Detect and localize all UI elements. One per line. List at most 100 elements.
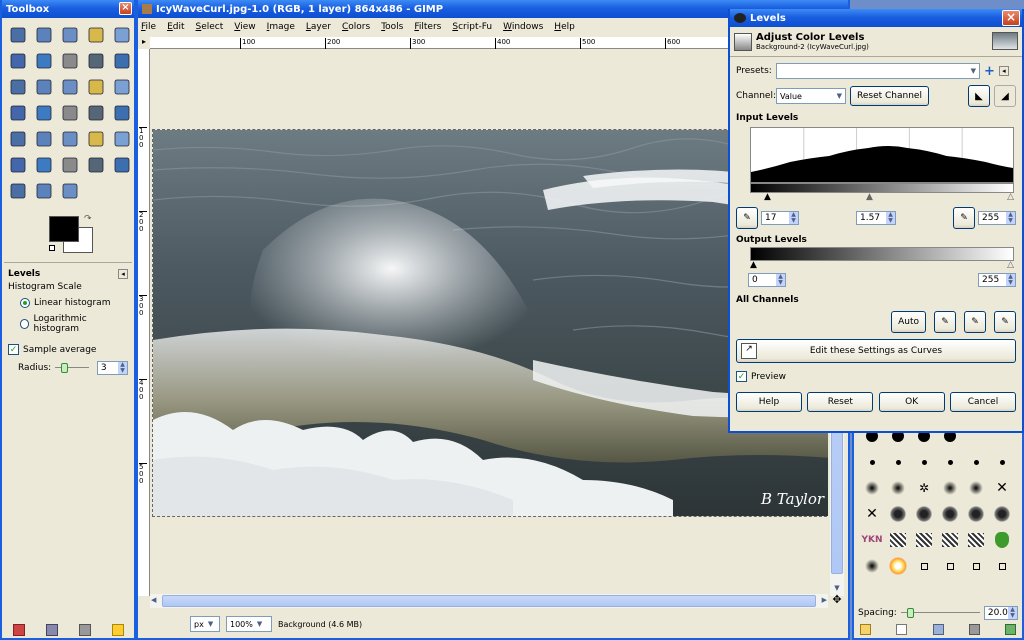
tool-foreground-select-icon[interactable] — [31, 48, 57, 74]
tool-fuzzy-select-icon[interactable] — [83, 22, 109, 48]
add-preset-icon[interactable]: + — [984, 64, 995, 79]
brush-fuzzy-icon[interactable] — [860, 554, 884, 578]
pick-black-eyedropper-icon[interactable]: ✎ — [934, 311, 956, 333]
brush-square-icon[interactable] — [964, 554, 988, 578]
delete-brush-icon[interactable] — [968, 624, 980, 635]
input-gamma-field[interactable]: 1.57 ▲ ▼ — [856, 211, 896, 225]
menu-filters[interactable]: Filters — [414, 22, 441, 32]
spacing-input[interactable]: 20.0 ▲ ▼ — [983, 606, 1018, 620]
spacing-slider[interactable] — [900, 608, 980, 618]
new-brush-icon[interactable] — [896, 624, 908, 635]
sample-average-checkbox[interactable]: ✓ Sample average — [2, 341, 134, 358]
close-icon[interactable]: × — [1002, 10, 1020, 26]
brush-glyph-icon[interactable]: YKN — [860, 528, 884, 552]
levels-titlebar[interactable]: Levels × — [730, 9, 1022, 27]
brush-cross-icon[interactable]: ✕ — [990, 476, 1014, 500]
horizontal-scroll-thumb[interactable] — [162, 595, 816, 607]
tool-perspective-clone-icon[interactable] — [109, 152, 135, 178]
tool-pencil-icon[interactable] — [57, 126, 83, 152]
brush-dot-s-icon[interactable] — [886, 450, 910, 474]
reset-options-icon[interactable] — [111, 624, 124, 636]
output-low-handle[interactable]: ▲ — [750, 261, 757, 270]
close-icon[interactable]: × — [119, 2, 132, 15]
horizontal-scrollbar[interactable]: ◀ ▶ — [150, 594, 828, 608]
input-high-field[interactable]: 255 ▲ ▼ — [978, 211, 1016, 225]
tool-blend-icon[interactable] — [31, 126, 57, 152]
brush-dot-s-icon[interactable] — [912, 450, 936, 474]
tool-heal-icon[interactable] — [83, 152, 109, 178]
tool-scale-icon[interactable] — [5, 100, 31, 126]
menu-view[interactable]: View — [234, 22, 255, 32]
tool-rect-select-icon[interactable] — [5, 22, 31, 48]
black-eyedropper-icon[interactable]: ✎ — [736, 207, 758, 229]
spin-arrows-icon[interactable]: ▲ ▼ — [1008, 607, 1017, 619]
scroll-left-icon[interactable]: ◀ — [151, 596, 156, 604]
spin-arrows-icon[interactable]: ▲ ▼ — [886, 212, 895, 224]
edit-brush-icon[interactable] — [860, 624, 871, 635]
tool-free-select-icon[interactable] — [57, 22, 83, 48]
menu-windows[interactable]: Windows — [503, 22, 543, 32]
brush-splat-icon[interactable] — [990, 502, 1014, 526]
logarithmic-histogram-option[interactable]: Logarithmic histogram — [2, 311, 134, 337]
tool-bucket-fill-icon[interactable] — [5, 126, 31, 152]
menu-help[interactable]: Help — [554, 22, 575, 32]
left-ruler[interactable]: 100 200 300 400 500 — [138, 49, 150, 596]
spin-arrows-icon[interactable]: ▲ ▼ — [1006, 274, 1015, 286]
linear-histogram-icon[interactable]: ◣ — [968, 85, 990, 107]
default-colors-icon[interactable] — [49, 245, 55, 251]
ok-button[interactable]: OK — [878, 392, 945, 412]
brush-dot-s-icon[interactable] — [964, 450, 988, 474]
output-low-field[interactable]: 0 ▲ ▼ — [748, 273, 786, 287]
refresh-brushes-icon[interactable] — [1005, 624, 1016, 635]
input-markers[interactable]: ▲ ▲ △ — [750, 193, 1014, 203]
white-point-handle[interactable]: △ — [1007, 193, 1014, 202]
brush-dot-s-icon[interactable] — [938, 450, 962, 474]
tool-eraser-icon[interactable] — [109, 126, 135, 152]
swap-colors-icon[interactable]: ↷ — [84, 214, 92, 224]
tool-scissors-icon[interactable] — [5, 48, 31, 74]
brush-hatch-icon[interactable] — [964, 528, 988, 552]
image-canvas[interactable]: B Taylor — [152, 129, 828, 517]
delete-options-icon[interactable] — [78, 624, 91, 636]
save-options-icon[interactable] — [12, 624, 25, 636]
brush-splat-icon[interactable] — [938, 502, 962, 526]
tool-paths-icon[interactable] — [57, 48, 83, 74]
output-markers[interactable]: ▲ △ — [750, 261, 1014, 271]
tool-zoom-icon[interactable] — [109, 48, 135, 74]
tool-dodge-burn-icon[interactable] — [57, 178, 83, 204]
brush-hatch-icon[interactable] — [912, 528, 936, 552]
brush-splat-icon[interactable] — [964, 502, 988, 526]
tool-shear-icon[interactable] — [31, 100, 57, 126]
reset-channel-button[interactable]: Reset Channel — [850, 86, 929, 106]
tool-blur-icon[interactable] — [5, 178, 31, 204]
canvas[interactable]: B Taylor — [150, 49, 828, 596]
brush-splat-icon[interactable] — [912, 502, 936, 526]
tool-color-picker-icon[interactable] — [83, 48, 109, 74]
brush-star-icon[interactable]: ✲ — [912, 476, 936, 500]
black-point-handle[interactable]: ▲ — [764, 193, 771, 202]
menu-select[interactable]: Select — [196, 22, 224, 32]
linear-histogram-option[interactable]: Linear histogram — [2, 295, 134, 311]
log-histogram-icon[interactable]: ◢ — [994, 85, 1016, 107]
reset-button[interactable]: Reset — [807, 392, 874, 412]
white-eyedropper-icon[interactable]: ✎ — [953, 207, 975, 229]
menu-edit[interactable]: Edit — [167, 22, 184, 32]
cancel-button[interactable]: Cancel — [949, 392, 1016, 412]
edit-as-curves-button[interactable]: ↗ Edit these Settings as Curves — [736, 339, 1016, 363]
presets-select[interactable]: ▼ — [776, 63, 980, 79]
gamma-handle[interactable]: ▲ — [866, 193, 873, 202]
restore-options-icon[interactable] — [45, 624, 58, 636]
radius-input[interactable]: 3 ▲ ▼ — [96, 361, 128, 375]
toolbox-titlebar[interactable]: Toolbox × — [2, 0, 134, 18]
spin-arrows-icon[interactable]: ▲ ▼ — [776, 274, 785, 286]
brush-dot-s-icon[interactable] — [860, 450, 884, 474]
menu-image[interactable]: Image — [267, 22, 295, 32]
tool-rotate-icon[interactable] — [109, 74, 135, 100]
navigate-icon[interactable]: ✥ — [830, 594, 844, 608]
tool-select-by-color-icon[interactable] — [109, 22, 135, 48]
channel-select[interactable]: Value ▼ — [776, 88, 846, 104]
brush-fuzzy-icon[interactable] — [886, 476, 910, 500]
histogram[interactable] — [750, 127, 1014, 183]
brush-pepper-icon[interactable] — [990, 528, 1014, 552]
tool-clone-icon[interactable] — [57, 152, 83, 178]
